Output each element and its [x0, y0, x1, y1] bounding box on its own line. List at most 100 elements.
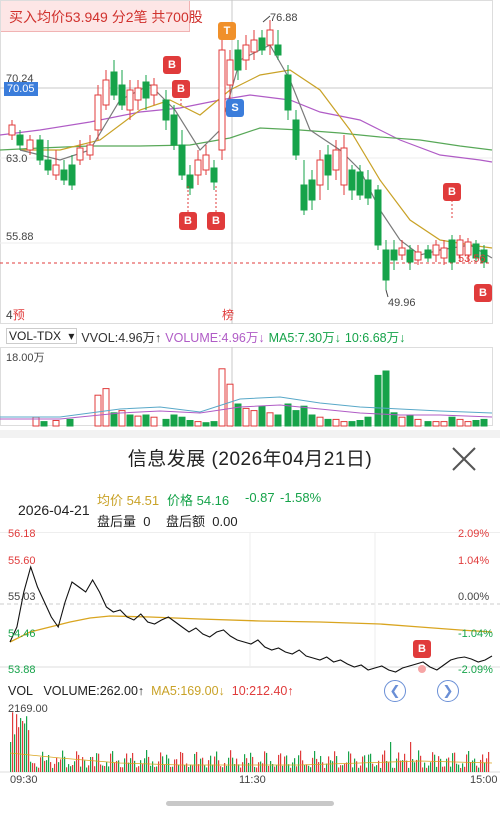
kline-bottom-label: 4预 [6, 308, 25, 322]
intraday-volume-bar [270, 761, 272, 772]
intraday-volume-bar [466, 754, 468, 772]
marker-b[interactable]: B [443, 183, 461, 201]
intraday-volume-bar [52, 767, 54, 772]
next-day-button[interactable]: ❯ [437, 680, 459, 702]
candle-body [364, 179, 372, 199]
intraday-volume-bar [152, 761, 154, 772]
intraday-volume-bar [480, 759, 482, 772]
volume-bar [40, 421, 48, 427]
intraday-volume-bar [276, 765, 278, 772]
intraday-volume-bar [474, 758, 476, 772]
marker-t[interactable]: T [218, 22, 236, 40]
rank-badge[interactable]: 榜 [222, 306, 234, 323]
intraday-volume-bar [344, 763, 346, 772]
intraday-volume-bar [70, 766, 72, 772]
intraday-volume-bar [424, 762, 426, 772]
intraday-volume-bar [106, 762, 108, 772]
candle-body [126, 89, 134, 111]
intraday-volume-bar [128, 762, 130, 772]
intraday-volume-bar [448, 757, 450, 772]
intraday-volume-bar [316, 758, 318, 772]
marker-b[interactable]: B [172, 80, 190, 98]
intraday-volume-bar [382, 754, 384, 772]
intraday-volume-bar [22, 721, 24, 772]
intraday-marker-b[interactable]: B [413, 640, 431, 658]
intraday-volume-bar [98, 753, 100, 772]
intraday-volume-bar [140, 760, 142, 772]
intraday-volume-bar [432, 752, 434, 772]
candle-body [162, 99, 170, 121]
intraday-volume-bar [178, 764, 180, 772]
intraday-volume-bar [144, 758, 146, 772]
intraday-volume-bar [218, 760, 220, 772]
kline-chart[interactable] [0, 0, 500, 325]
volume-bar [170, 414, 178, 427]
kline-high-label: 76.88 [270, 12, 298, 24]
close-icon[interactable] [449, 446, 479, 472]
intraday-volume-bar [384, 750, 386, 772]
intraday-volume-bar [224, 762, 226, 772]
intraday-volume-bar [58, 762, 60, 772]
intraday-volume-bar [136, 767, 138, 772]
intraday-volume-bar [254, 766, 256, 772]
intraday-volume-bar [132, 752, 134, 772]
intraday-volume-bar [20, 718, 22, 772]
intraday-volume-bar [28, 730, 30, 772]
intraday-volume-bar [410, 742, 412, 772]
intraday-volume-bar [120, 767, 122, 772]
indicator-selector[interactable]: VOL-TDX ▾ [6, 328, 78, 344]
intraday-volume-bar [32, 763, 34, 772]
intraday-volume-bar [244, 754, 246, 772]
intraday-volume-bar [88, 765, 90, 772]
volume-bar [292, 410, 300, 427]
marker-b[interactable]: B [207, 212, 225, 230]
intraday-volume-bar [386, 760, 388, 772]
home-indicator[interactable] [166, 801, 334, 806]
prev-day-button[interactable]: ❮ [384, 680, 406, 702]
candle-body [178, 144, 186, 176]
candle-body [432, 244, 440, 256]
intraday-volume-bar [314, 751, 316, 772]
intraday-volume-bar [486, 758, 488, 772]
intraday-volume-bar [408, 767, 410, 772]
intraday-volume-bar [446, 758, 448, 772]
marker-b[interactable]: B [163, 56, 181, 74]
intraday-pct-1: 2.09% [458, 528, 490, 540]
intraday-volume-bar [190, 764, 192, 772]
intraday-volume-bar [56, 757, 58, 772]
intraday-volume-bar [426, 767, 428, 772]
intraday-volume-bar [176, 759, 178, 772]
intraday-volume-bar [268, 765, 270, 772]
intraday-volume-bar [292, 762, 294, 772]
intraday-volume-bar [154, 766, 156, 772]
intraday-volume-bar [484, 762, 486, 772]
volume-bar [332, 418, 340, 427]
after-hours-amount: 盘后额 0.00 [166, 514, 238, 529]
intraday-volume-chart [0, 712, 500, 773]
marker-b[interactable]: B [474, 284, 492, 302]
intraday-volume-bar [150, 765, 152, 772]
volume-bar [472, 420, 480, 427]
indicator-legend-row: VOL-TDX ▾ VVOL:4.96万↑ VOLUME:4.96万↓ MA5:… [0, 326, 500, 346]
intraday-volume-bar [108, 766, 110, 772]
intraday-volume-bar [204, 765, 206, 772]
intraday-volume-bar [196, 751, 198, 772]
candle-body [284, 74, 292, 111]
intraday-volume-bar [430, 762, 432, 772]
intraday-volume-bar [64, 756, 66, 772]
intraday-volume-bar [96, 753, 98, 772]
intraday-volume-bar [428, 765, 430, 772]
volume-bar [480, 418, 488, 427]
volume-bar [150, 416, 158, 427]
marker-b[interactable]: B [179, 212, 197, 230]
intraday-volume-bar [374, 766, 376, 772]
volume-bar [126, 414, 134, 427]
volume-bar [218, 368, 226, 427]
volume-ymax-label: 18.00万 [6, 352, 45, 364]
marker-s[interactable]: S [226, 99, 244, 117]
intraday-volume-bar [442, 766, 444, 772]
intraday-volume-bar [406, 760, 408, 772]
intraday-volume-bar [372, 763, 374, 772]
intraday-volume-bar [148, 756, 150, 772]
candle-body [8, 124, 16, 136]
